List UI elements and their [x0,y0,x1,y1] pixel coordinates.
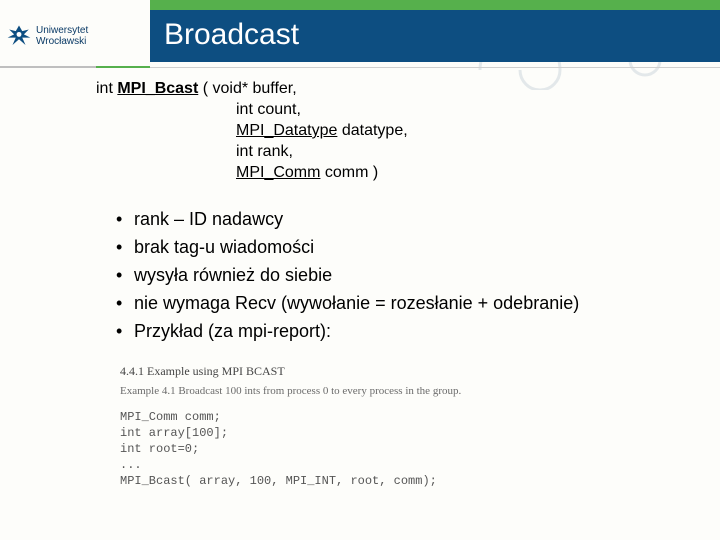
list-item: wysyła również do siebie [116,261,690,289]
slide-header: Uniwersytet Wrocławski Broadcast [0,0,720,68]
bullet-list: rank – ID nadawcy brak tag-u wiadomości … [96,205,690,345]
logo-line1: Uniwersytet [36,25,88,36]
list-item: brak tag-u wiadomości [116,233,690,261]
eagle-icon [6,23,32,49]
example-heading: 4.4.1 Example using MPI BCAST [120,363,690,379]
mpi-signature: int MPI_Bcast ( void* buffer, int count,… [96,78,690,183]
list-item: nie wymaga Recv (wywołanie = rozesłanie … [116,289,690,317]
slide-body: int MPI_Bcast ( void* buffer, int count,… [0,68,720,489]
slide-title: Broadcast [150,10,720,62]
list-item: rank – ID nadawcy [116,205,690,233]
example-caption: Example 4.1 Broadcast 100 ints from proc… [120,383,690,399]
example-code: MPI_Comm comm; int array[100]; int root=… [120,409,690,489]
logo-line2: Wrocławski [36,36,86,47]
example-excerpt: 4.4.1 Example using MPI BCAST Example 4.… [96,363,690,489]
green-accent-bar [150,0,720,10]
list-item: Przykład (za mpi-report): [116,317,690,345]
university-logo: Uniwersytet Wrocławski [0,19,150,53]
